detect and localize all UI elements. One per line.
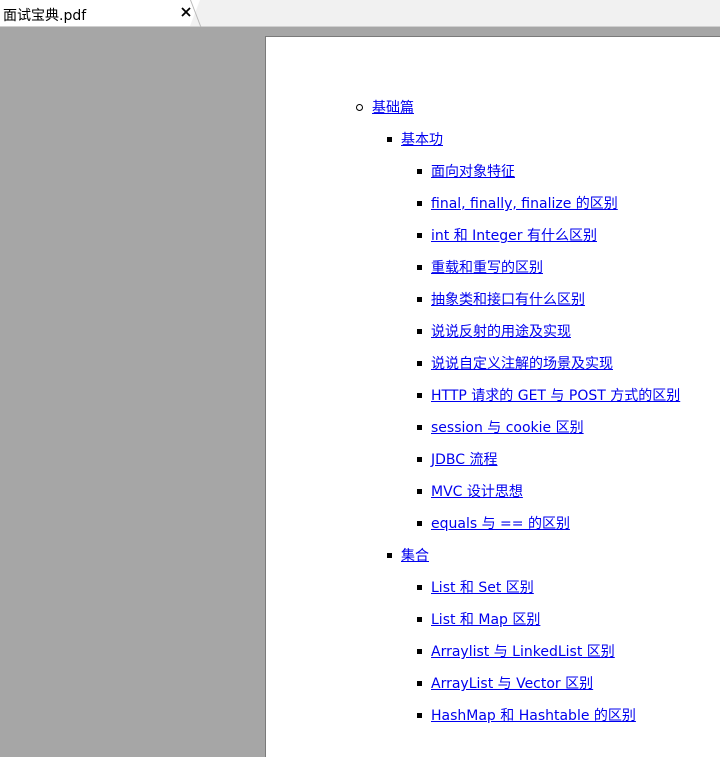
tab-bar: 面试宝典.pdf bbox=[0, 0, 720, 27]
square-bullet-icon bbox=[387, 553, 392, 558]
toc-item-link[interactable]: 说说自定义注解的场景及实现 bbox=[431, 354, 613, 374]
toc-item-link[interactable]: List 和 Set 区别 bbox=[431, 578, 534, 598]
pdf-page: 基础篇基本功面向对象特征 final, finally, finalize 的区别… bbox=[265, 36, 720, 757]
toc-item-link[interactable]: 说说反射的用途及实现 bbox=[431, 322, 571, 342]
document-tab[interactable]: 面试宝典.pdf bbox=[0, 0, 200, 26]
toc-group-link[interactable]: 基本功 bbox=[401, 130, 443, 150]
square-bullet-icon bbox=[417, 425, 422, 430]
square-bullet-icon bbox=[417, 585, 422, 590]
square-bullet-icon bbox=[417, 649, 422, 654]
square-bullet-icon bbox=[417, 521, 422, 526]
toc-item-link[interactable]: HTTP 请求的 GET 与 POST 方式的区别 bbox=[431, 386, 680, 406]
toc-item-link[interactable]: session 与 cookie 区别 bbox=[431, 418, 584, 438]
square-bullet-icon bbox=[387, 137, 392, 142]
toc-group-link[interactable]: 集合 bbox=[401, 546, 429, 566]
circle-bullet-icon bbox=[356, 104, 363, 111]
toc-item-link[interactable]: HashMap 和 Hashtable 的区别 bbox=[431, 706, 636, 726]
toc-section-link[interactable]: 基础篇 bbox=[372, 98, 414, 118]
square-bullet-icon bbox=[417, 297, 422, 302]
square-bullet-icon bbox=[417, 457, 422, 462]
close-icon[interactable] bbox=[178, 4, 194, 20]
tab-title: 面试宝典.pdf bbox=[3, 8, 87, 24]
square-bullet-icon bbox=[417, 201, 422, 206]
square-bullet-icon bbox=[417, 713, 422, 718]
square-bullet-icon bbox=[417, 681, 422, 686]
square-bullet-icon bbox=[417, 329, 422, 334]
toc-item-link[interactable]: Arraylist 与 LinkedList 区别 bbox=[431, 642, 615, 662]
toc-item-link[interactable]: final, finally, finalize 的区别 bbox=[431, 194, 618, 214]
square-bullet-icon bbox=[417, 489, 422, 494]
square-bullet-icon bbox=[417, 361, 422, 366]
square-bullet-icon bbox=[417, 233, 422, 238]
toc-item-link[interactable]: equals 与 == 的区别 bbox=[431, 514, 570, 534]
toc-item-link[interactable]: 面向对象特征 bbox=[431, 162, 515, 182]
toc-item-link[interactable]: MVC 设计思想 bbox=[431, 482, 523, 502]
square-bullet-icon bbox=[417, 169, 422, 174]
toc-item-link[interactable]: List 和 Map 区别 bbox=[431, 610, 540, 630]
toc-item-link[interactable]: int 和 Integer 有什么区别 bbox=[431, 226, 597, 246]
toc-item-link[interactable]: 抽象类和接口有什么区别 bbox=[431, 290, 585, 310]
square-bullet-icon bbox=[417, 617, 422, 622]
square-bullet-icon bbox=[417, 393, 422, 398]
toc-item-link[interactable]: 重载和重写的区别 bbox=[431, 258, 543, 278]
toc-item-link[interactable]: JDBC 流程 bbox=[431, 450, 498, 470]
square-bullet-icon bbox=[417, 265, 422, 270]
toc-item-link[interactable]: ArrayList 与 Vector 区别 bbox=[431, 674, 593, 694]
pdf-viewer[interactable]: 基础篇基本功面向对象特征 final, finally, finalize 的区别… bbox=[0, 27, 720, 757]
